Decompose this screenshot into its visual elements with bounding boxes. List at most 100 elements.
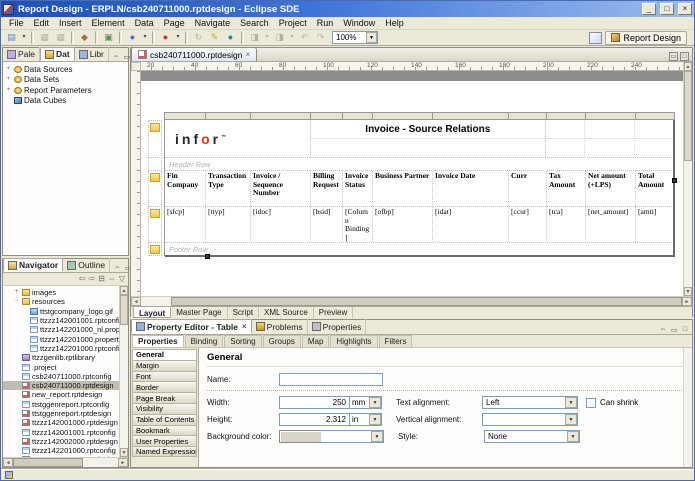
tree-item[interactable]: + images	[3, 288, 119, 297]
maximize-button[interactable]: □	[660, 3, 674, 15]
menu-item[interactable]: Window	[338, 18, 380, 28]
tree-item[interactable]: ttzzz142001000.rptdesign	[3, 418, 119, 427]
column-header-cell[interactable]: Net amount (+LPS)	[586, 171, 636, 206]
property-category[interactable]: Named Expressions	[132, 446, 197, 457]
menu-item[interactable]: Run	[312, 18, 339, 28]
scroll-down-icon[interactable]: ▼	[120, 448, 128, 457]
tree-item[interactable]: ttstggenreport.rptconfig	[3, 400, 119, 409]
minimize-button[interactable]: _	[642, 3, 656, 15]
row-handle[interactable]	[148, 243, 162, 256]
editor-mode-tab[interactable]: Layout	[133, 307, 171, 318]
navigator-horizontal-scrollbar[interactable]: ◄ ►	[3, 457, 128, 467]
property-sub-tab[interactable]: Sorting	[224, 335, 261, 347]
data-binding-cell[interactable]: [ttyp]	[206, 207, 251, 242]
property-category[interactable]: User Properties	[132, 435, 197, 446]
run-dropdown-arrow-icon[interactable]: ▾	[174, 31, 182, 45]
property-sub-tab[interactable]: Filters	[379, 335, 413, 347]
dropdown-arrow-icon[interactable]: ▼	[565, 397, 577, 408]
close-button[interactable]: ×	[678, 3, 692, 15]
row-handle[interactable]	[148, 207, 162, 243]
save-icon[interactable]: ▦	[37, 31, 52, 45]
editor-mode-tab[interactable]: Script	[228, 307, 259, 318]
panel-tab[interactable]: Dat	[40, 47, 75, 61]
panel-tab[interactable]: Pale	[3, 47, 40, 61]
scroll-left-icon[interactable]: ◄	[3, 458, 13, 467]
property-category[interactable]: General	[132, 349, 197, 360]
view-menu-icon[interactable]: ⇔	[658, 326, 668, 334]
column-header-cell[interactable]: Invoice / Sequence Number	[251, 171, 311, 206]
data-binding-cell[interactable]: [idat]	[433, 207, 509, 242]
zoom-dropdown-arrow-icon[interactable]: ▼	[366, 32, 377, 43]
menu-item[interactable]: Project	[274, 18, 312, 28]
editor-mode-tab[interactable]: Preview	[314, 307, 353, 318]
column-header-cell[interactable]: Fin Company	[165, 171, 206, 206]
disabled-dropdown-arrow-icon[interactable]: ▾	[288, 31, 296, 45]
toolbar-icon[interactable]	[185, 31, 188, 44]
undo-icon[interactable]: ↶	[297, 31, 312, 45]
row-handle[interactable]	[148, 171, 162, 207]
panel-tab[interactable]: Property Editor - Table×	[131, 319, 252, 334]
data-binding-cell[interactable]: [ofbp]	[373, 207, 433, 242]
column-header-cell[interactable]: Business Partner	[373, 171, 433, 206]
expand-toggle-icon[interactable]: +	[13, 289, 20, 296]
data-binding-cell[interactable]: [amti]	[636, 207, 675, 242]
empty-cell[interactable]	[311, 139, 545, 157]
run-report-icon[interactable]: ●	[158, 31, 173, 45]
column-handle[interactable]	[636, 112, 675, 120]
menu-item[interactable]: Search	[235, 18, 274, 28]
row-handle[interactable]	[148, 120, 162, 158]
property-sub-tab[interactable]: Binding	[185, 335, 224, 347]
report-title-cell[interactable]: Invoice - Source Relations	[311, 120, 545, 139]
navigator-vertical-scrollbar[interactable]: ▲ ▼	[119, 286, 128, 457]
toolbar-icon[interactable]	[31, 31, 34, 44]
canvas-vertical-scrollbar[interactable]: ▲ ▼	[683, 62, 692, 296]
menu-item[interactable]: Insert	[54, 18, 87, 28]
property-sub-tab[interactable]: Map	[302, 335, 330, 347]
menu-item[interactable]: Help	[380, 18, 409, 28]
data-binding-cell[interactable]: [ccur]	[509, 207, 547, 242]
expand-toggle-icon[interactable]: −	[13, 298, 20, 305]
column-header-cell[interactable]: Curr	[509, 171, 547, 206]
tree-item[interactable]: ttstggenreport.rptdesign	[3, 409, 119, 418]
tree-item[interactable]: ttstgcompany_logo.gif	[3, 307, 119, 316]
toolbar-icon[interactable]	[71, 31, 74, 44]
column-handle[interactable]	[547, 112, 586, 120]
menu-item[interactable]: Page	[159, 18, 190, 28]
preview-dropdown-arrow-icon[interactable]: ▾	[141, 31, 149, 45]
collapse-all-icon[interactable]: ⊟	[98, 275, 105, 283]
column-handle[interactable]	[433, 112, 509, 120]
tree-item[interactable]: ttzzz142001001.rptconfig	[3, 316, 119, 325]
dropdown-arrow-icon[interactable]: ▼	[565, 414, 577, 425]
canvas-horizontal-scrollbar[interactable]: ◄ ►	[131, 296, 692, 306]
data-binding-cell[interactable]: [tca]	[547, 207, 586, 242]
tree-item[interactable]: ttzzz142001001.rptconfig	[3, 427, 119, 436]
data-binding-cell[interactable]: [bsid]	[311, 207, 343, 242]
dropdown-arrow-icon[interactable]: ▼	[369, 397, 381, 408]
scrollbar-thumb[interactable]	[684, 71, 692, 161]
menu-item[interactable]: Edit	[29, 18, 55, 28]
background-color-combo[interactable]: ▼	[371, 430, 384, 443]
tree-item[interactable]: ttzzz142201000_nl.prope	[3, 325, 119, 334]
toolbar-icon[interactable]	[119, 31, 122, 44]
expand-toggle-icon[interactable]: +	[5, 66, 12, 73]
scrollbar-thumb[interactable]	[171, 297, 682, 306]
tree-item[interactable]: ttzzz142002000.rptdesign	[3, 437, 119, 446]
scroll-up-icon[interactable]: ▲	[120, 286, 128, 295]
scroll-down-icon[interactable]: ▼	[684, 287, 692, 296]
scroll-right-icon[interactable]: ►	[118, 458, 128, 467]
scrollbar-thumb[interactable]	[13, 458, 83, 467]
menu-item[interactable]: File	[4, 18, 29, 28]
property-category[interactable]: Border	[132, 381, 197, 392]
disabled-tool-icon[interactable]: ◨	[272, 31, 287, 45]
maximize-view-icon[interactable]: □	[680, 326, 690, 334]
column-header-cell[interactable]: Billing Request	[311, 171, 343, 206]
data-binding-cell[interactable]: [sfcp]	[165, 207, 206, 242]
column-handle[interactable]	[373, 112, 433, 120]
dropdown-arrow-icon[interactable]: ▼	[371, 431, 383, 442]
column-handle[interactable]	[343, 112, 373, 120]
save-all-icon[interactable]: ▦	[53, 31, 68, 45]
tree-item[interactable]: csb240711000.rptdesign	[3, 381, 119, 390]
scroll-right-icon[interactable]: ►	[682, 297, 692, 306]
toolbar-icon[interactable]	[152, 31, 155, 44]
column-handle[interactable]	[509, 112, 547, 120]
